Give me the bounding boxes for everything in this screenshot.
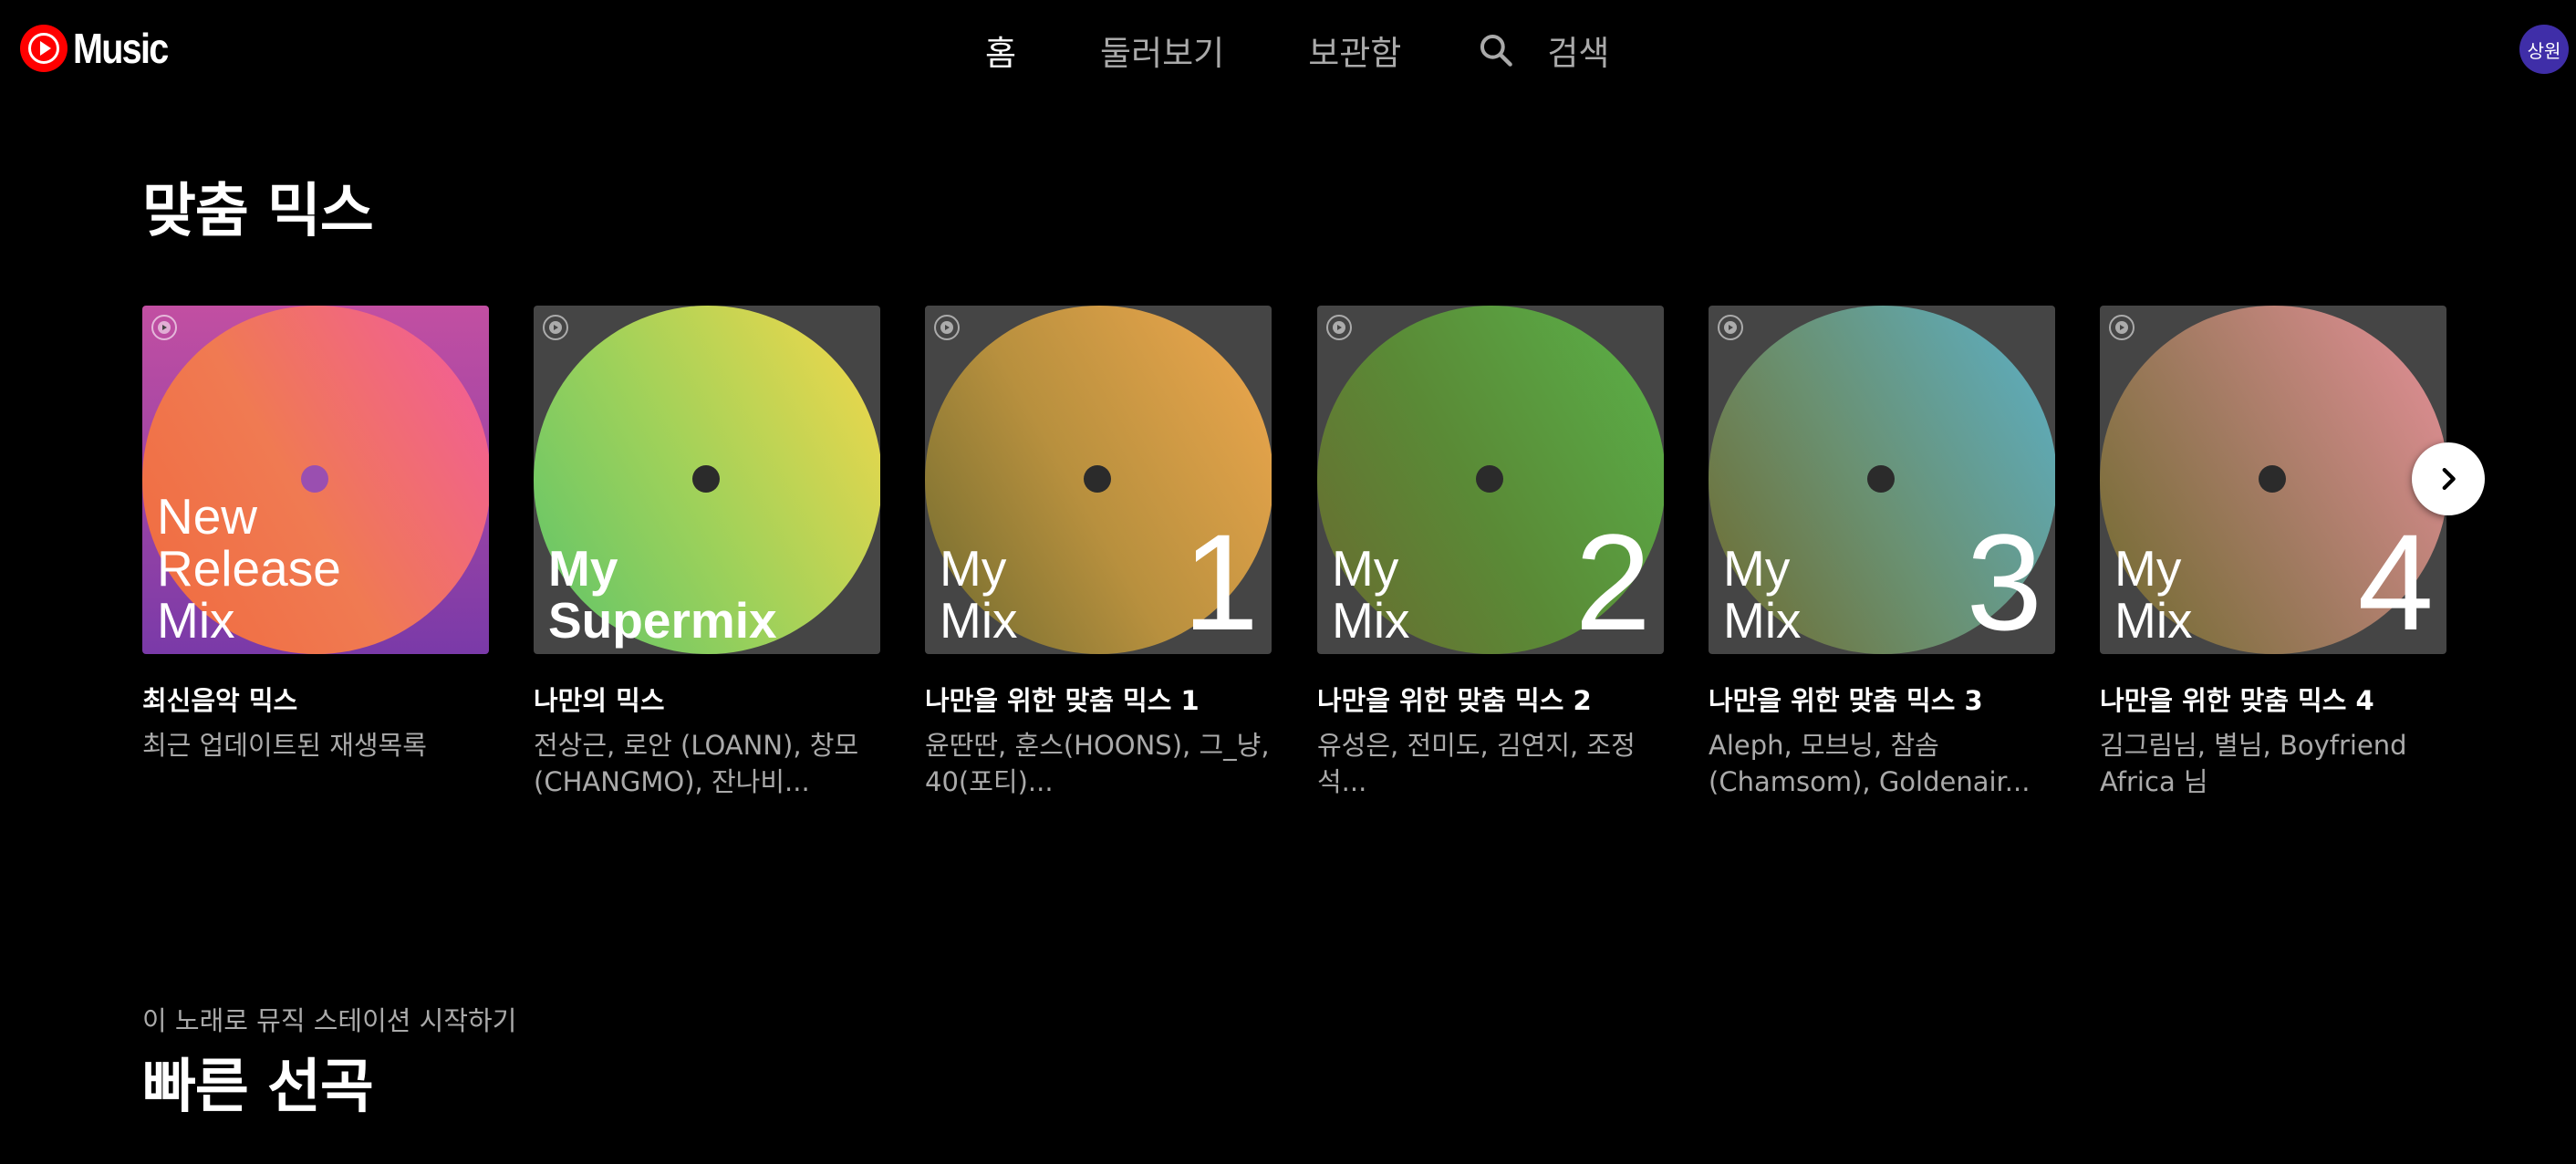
mix-card-subtitle: 유성은, 전미도, 김연지, 조정석... [1317, 730, 1636, 797]
nav-explore[interactable]: 둘러보기 [1100, 26, 1224, 75]
disc-center [1867, 465, 1895, 493]
logo-text: Music [73, 25, 169, 72]
mix-card[interactable]: My Mix 2 나만을 위한 맞춤 믹스 2 유성은, 전미도, 김연지, 조… [1317, 306, 1664, 800]
mix-carousel: New Release Mix 최신음악 믹스 최근 업데이트된 재생목록 My… [142, 306, 2477, 816]
section-title-mixes: 맞춤 믹스 [142, 178, 374, 245]
mix-card-thumbnail[interactable]: My Supermix [534, 306, 880, 654]
nav-search-label: 검색 [1547, 34, 1610, 73]
mix-card-number: 2 [1574, 505, 1651, 654]
play-badge-icon [1326, 315, 1352, 340]
search-button[interactable]: 검색 [1476, 26, 1609, 75]
mix-card-thumbnail[interactable]: My Mix 3 [1709, 306, 2055, 654]
mix-card-title[interactable]: 나만의 믹스 [534, 680, 880, 718]
mix-card-subtitle: Aleph, 모브닝, 참솜 (Chamsom), Goldenair... [1709, 730, 2031, 797]
section-kicker: 이 노래로 뮤직 스테이션 시작하기 [142, 1005, 517, 1036]
play-badge-icon [934, 315, 960, 340]
main-nav: 홈 둘러보기 보관함 검색 [985, 26, 1609, 75]
mix-card-label: My Mix [1332, 540, 1410, 649]
mix-card-thumbnail[interactable]: My Mix 2 [1317, 306, 1664, 654]
mix-card[interactable]: My Mix 3 나만을 위한 맞춤 믹스 3 Aleph, 모브닝, 참솜 (… [1709, 306, 2055, 800]
mix-card-number: 3 [1966, 505, 2042, 654]
search-icon [1480, 34, 1513, 67]
mix-card-thumbnail[interactable]: My Mix 4 [2100, 306, 2446, 654]
mix-card-thumbnail[interactable]: New Release Mix [142, 306, 489, 654]
mix-card-label: My Mix [2114, 540, 2193, 649]
disc-center [301, 465, 328, 493]
top-bar: Music 홈 둘러보기 보관함 검색 상원 [0, 0, 2576, 100]
mix-card-title[interactable]: 나만을 위한 맞춤 믹스 1 [925, 680, 1272, 718]
mix-card[interactable]: My Mix 4 나만을 위한 맞춤 믹스 4 김그림님, 별님, Boyfri… [2100, 306, 2446, 800]
mix-card-subtitle: 최근 업데이트된 재생목록 [142, 730, 427, 761]
play-badge-icon [2109, 315, 2135, 340]
carousel-next-button[interactable] [2412, 442, 2485, 515]
mix-card-title[interactable]: 나만을 위한 맞춤 믹스 4 [2100, 680, 2446, 718]
mix-card-number: 1 [1182, 505, 1259, 654]
mix-card-subtitle: 전상근, 로안 (LOANN), 창모 (CHANGMO), 잔나비... [534, 730, 859, 797]
mix-card-title[interactable]: 최신음악 믹스 [142, 680, 489, 718]
mix-card-label: New Release Mix [157, 488, 341, 649]
mix-card-title[interactable]: 나만을 위한 맞춤 믹스 3 [1709, 680, 2055, 718]
play-badge-icon [543, 315, 568, 340]
mix-card-subtitle: 김그림님, 별님, Boyfriend Africa 님 [2100, 730, 2407, 797]
mix-card[interactable]: My Mix 1 나만을 위한 맞춤 믹스 1 윤딴딴, 훈스(HOONS), … [925, 306, 1272, 800]
mix-card-subtitle: 윤딴딴, 훈스(HOONS), 그_냥, 40(포티)... [925, 730, 1270, 797]
section-title-quick-picks: 빠른 선곡 [142, 1054, 374, 1121]
avatar[interactable]: 상원 [2519, 25, 2569, 74]
nav-library[interactable]: 보관함 [1308, 26, 1401, 75]
mix-card[interactable]: My Supermix 나만의 믹스 전상근, 로안 (LOANN), 창모 (… [534, 306, 880, 800]
disc-center [692, 465, 720, 493]
disc-center [1084, 465, 1111, 493]
chevron-right-icon [2442, 467, 2456, 491]
disc-center [1476, 465, 1503, 493]
nav-home[interactable]: 홈 [985, 26, 1016, 75]
mix-card[interactable]: New Release Mix 최신음악 믹스 최근 업데이트된 재생목록 [142, 306, 489, 764]
mix-card-label: My Mix [1723, 540, 1802, 649]
mix-card-number: 4 [2357, 505, 2434, 654]
mix-card-label: My Mix [940, 540, 1018, 649]
play-badge-icon [1718, 315, 1743, 340]
mix-card-thumbnail[interactable]: My Mix 1 [925, 306, 1272, 654]
youtube-music-logo-icon [20, 25, 68, 72]
mix-card-title[interactable]: 나만을 위한 맞춤 믹스 2 [1317, 680, 1664, 718]
youtube-music-logo[interactable]: Music [20, 24, 182, 73]
mix-card-label: My Supermix [548, 540, 777, 649]
disc-center [2259, 465, 2286, 493]
play-badge-icon [151, 315, 177, 340]
